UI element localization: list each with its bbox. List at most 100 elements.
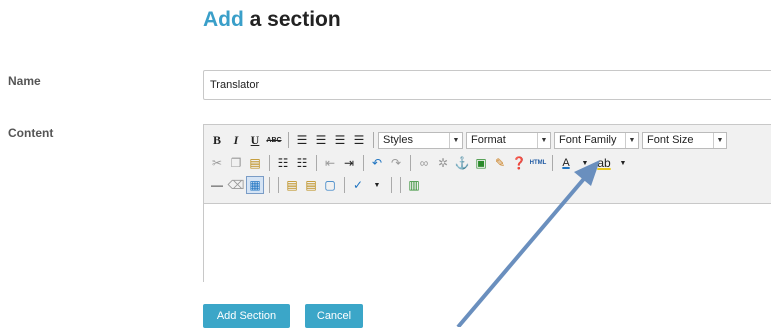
horizontal-rule-icon: — — [211, 178, 223, 192]
toolbar-separator — [373, 132, 374, 148]
remove-format-button[interactable]: ⌫ — [227, 176, 245, 194]
name-field[interactable] — [203, 70, 771, 100]
font-size-select-label: Font Size — [647, 134, 694, 146]
table-grid-icon: ▦ — [249, 178, 261, 192]
cancel-button[interactable]: Cancel — [305, 304, 363, 328]
font-size-select[interactable]: Font Size ▼ — [642, 131, 727, 149]
html-source-button[interactable]: HTML — [529, 154, 547, 172]
dropdown-arrow-icon: ▼ — [713, 132, 726, 148]
paste-text-button[interactable]: ▤ — [283, 176, 301, 194]
indent-button[interactable]: ⇥ — [340, 154, 358, 172]
bullet-list-button[interactable]: ☷ — [274, 154, 292, 172]
text-color-dropdown[interactable]: ▼ — [576, 154, 594, 172]
link-icon: ∞ — [419, 156, 429, 170]
copy-button[interactable]: ❐ — [227, 154, 245, 172]
image-icon: ▣ — [475, 156, 487, 170]
toolbar-row-2: ✂ ❐ ▤ ☷ ☷ ⇤ ⇥ ↶ ↷ ∞ ✲ ⚓ ▣ ✎ ❓ HTML A ▼ a… — [208, 153, 633, 173]
paste-word-button[interactable]: ▤ — [302, 176, 320, 194]
highlight-icon: ab — [597, 156, 611, 170]
page-break-icon: ▥ — [408, 178, 420, 192]
toolbar-row-1: B I U ABC ☰ ☰ ☰ ☰ Styles ▼ Format ▼ Font… — [208, 130, 730, 150]
spellcheck-dropdown[interactable]: ▼ — [368, 176, 386, 194]
redo-button[interactable]: ↷ — [387, 154, 405, 172]
html-source-label: HTML — [529, 160, 547, 166]
rich-text-editor: B I U ABC ☰ ☰ ☰ ☰ Styles ▼ Format ▼ Font… — [203, 124, 771, 282]
align-left-button[interactable]: ☰ — [293, 131, 311, 149]
align-justify-button[interactable]: ☰ — [350, 131, 368, 149]
toolbar-separator — [400, 177, 401, 193]
strikethrough-button[interactable]: ABC — [265, 131, 283, 149]
cut-button[interactable]: ✂ — [208, 154, 226, 172]
outdent-icon: ⇤ — [324, 156, 336, 170]
numbered-list-button[interactable]: ☷ — [293, 154, 311, 172]
font-family-select[interactable]: Font Family ▼ — [554, 131, 639, 149]
toolbar-separator — [344, 177, 345, 193]
highlight-color-button[interactable]: ab — [595, 154, 613, 172]
undo-button[interactable]: ↶ — [368, 154, 386, 172]
dropdown-arrow-icon: ▼ — [619, 159, 627, 167]
toolbar-separator — [363, 155, 364, 171]
paste-button[interactable]: ▤ — [246, 154, 264, 172]
spellcheck-icon: ✓ — [352, 178, 364, 192]
italic-button[interactable]: I — [227, 131, 245, 149]
dropdown-arrow-icon: ▼ — [449, 132, 462, 148]
horizontal-rule-button[interactable]: — — [208, 176, 226, 194]
cleanup-button[interactable]: ✎ — [491, 154, 509, 172]
indent-icon: ⇥ — [343, 156, 355, 170]
scissors-icon: ✂ — [211, 156, 223, 170]
align-center-button[interactable]: ☰ — [312, 131, 330, 149]
toolbar-separator — [288, 132, 289, 148]
text-color-button[interactable]: A — [557, 154, 575, 172]
styles-select[interactable]: Styles ▼ — [378, 131, 463, 149]
select-all-icon: ▢ — [324, 178, 336, 192]
add-section-button[interactable]: Add Section — [203, 304, 290, 328]
visual-aid-button[interactable]: ▦ — [246, 176, 264, 194]
outdent-button[interactable]: ⇤ — [321, 154, 339, 172]
page-title: Add a section — [203, 8, 341, 32]
underline-button[interactable]: U — [246, 131, 264, 149]
unlink-button[interactable]: ✲ — [434, 154, 452, 172]
bullet-list-icon: ☷ — [277, 156, 289, 170]
editor-content-area[interactable] — [204, 203, 771, 282]
undo-icon: ↶ — [371, 156, 383, 170]
font-family-select-label: Font Family — [559, 134, 617, 146]
toolbar-separator — [269, 155, 270, 171]
format-select[interactable]: Format ▼ — [466, 131, 551, 149]
anchor-button[interactable]: ⚓ — [453, 154, 471, 172]
align-right-icon: ☰ — [334, 133, 346, 147]
paste-text-icon: ▤ — [286, 178, 298, 192]
page-break-button[interactable]: ▥ — [405, 176, 423, 194]
page-title-rest: a section — [249, 8, 341, 31]
redo-icon: ↷ — [390, 156, 402, 170]
dropdown-arrow-icon: ▼ — [373, 181, 381, 189]
page-title-accent: Add — [203, 8, 244, 31]
cleanup-brush-icon: ✎ — [494, 156, 506, 170]
eraser-icon: ⌫ — [227, 178, 245, 192]
name-label: Name — [8, 74, 41, 88]
insert-image-button[interactable]: ▣ — [472, 154, 490, 172]
bold-button[interactable]: B — [208, 131, 226, 149]
format-select-label: Format — [471, 134, 506, 146]
toolbar-separator — [316, 155, 317, 171]
help-icon: ❓ — [511, 156, 527, 170]
dropdown-arrow-icon: ▼ — [581, 159, 589, 167]
toolbar-separator — [391, 177, 392, 193]
toolbar-separator — [410, 155, 411, 171]
align-left-icon: ☰ — [296, 133, 308, 147]
help-button[interactable]: ❓ — [510, 154, 528, 172]
numbered-list-icon: ☷ — [296, 156, 308, 170]
link-button[interactable]: ∞ — [415, 154, 433, 172]
toolbar-separator — [278, 177, 279, 193]
align-right-button[interactable]: ☰ — [331, 131, 349, 149]
align-justify-icon: ☰ — [353, 133, 365, 147]
dropdown-arrow-icon: ▼ — [537, 132, 550, 148]
spellcheck-button[interactable]: ✓ — [349, 176, 367, 194]
toolbar-separator — [552, 155, 553, 171]
copy-icon: ❐ — [230, 156, 242, 170]
toolbar-separator — [269, 177, 270, 193]
toolbar-row-3: — ⌫ ▦ ▤ ▤ ▢ ✓ ▼ ▥ — [208, 175, 424, 195]
select-all-button[interactable]: ▢ — [321, 176, 339, 194]
content-label: Content — [8, 126, 54, 140]
highlight-color-dropdown[interactable]: ▼ — [614, 154, 632, 172]
styles-select-label: Styles — [383, 134, 413, 146]
